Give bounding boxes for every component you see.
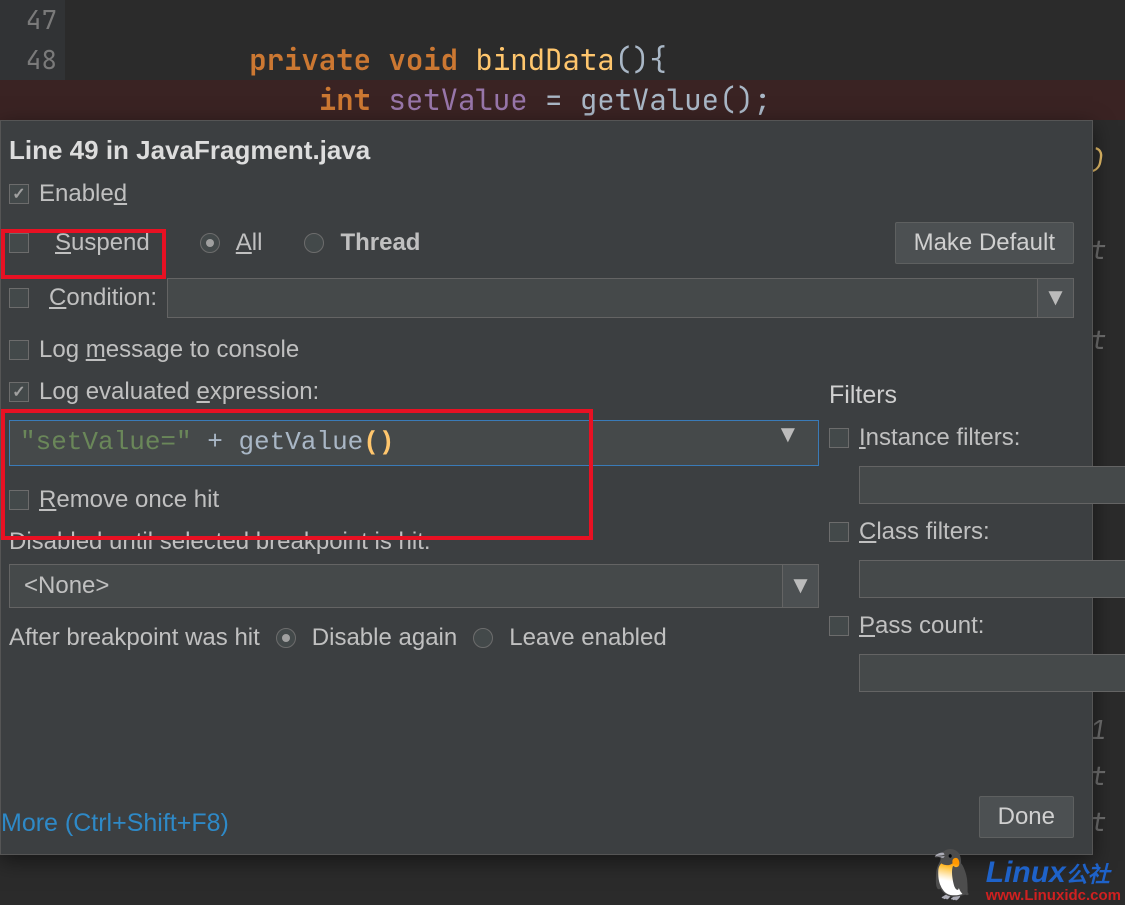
chevron-down-icon[interactable]: ▼: [782, 565, 818, 607]
code-line[interactable]: private void bindData(){: [110, 40, 1125, 80]
more-link[interactable]: More (Ctrl+Shift+F8): [1, 809, 229, 838]
log-message-checkbox[interactable]: [9, 340, 29, 360]
code-line[interactable]: int setValue = getValue();: [0, 80, 1125, 120]
pass-count-input[interactable]: [859, 654, 1125, 692]
code-line[interactable]: [110, 0, 1125, 40]
log-expression-checkbox[interactable]: [9, 382, 29, 402]
after-hit-label: After breakpoint was hit: [9, 624, 260, 652]
log-expression-combo[interactable]: "setValue=" + getValue() ▼: [9, 420, 819, 466]
log-expression-input[interactable]: "setValue=" + getValue(): [10, 421, 776, 465]
disabled-until-label: Disabled until selected breakpoint is hi…: [9, 528, 431, 555]
disabled-until-combo[interactable]: <None> ▼: [9, 564, 819, 608]
disabled-until-value: <None>: [10, 572, 109, 600]
instance-filters-input[interactable]: [859, 466, 1125, 504]
dialog-title: Line 49 in JavaFragment.java: [9, 135, 1074, 166]
thread-radio-label[interactable]: Thread: [340, 229, 420, 257]
class-filters-input[interactable]: [859, 560, 1125, 598]
leave-enabled-radio[interactable]: [473, 628, 493, 648]
line-num: 47: [0, 0, 65, 40]
pass-count-label[interactable]: Pass count:: [859, 612, 984, 640]
leave-enabled-label[interactable]: Leave enabled: [509, 624, 666, 652]
line-num: 48: [0, 40, 65, 80]
pass-count-checkbox[interactable]: [829, 616, 849, 636]
filters-panel: Filters Instance filters: ... Class filt…: [829, 381, 1074, 706]
chevron-down-icon[interactable]: ▼: [776, 421, 818, 465]
class-filters-checkbox[interactable]: [829, 522, 849, 542]
remove-once-label[interactable]: Remove once hit: [39, 486, 219, 514]
log-message-label[interactable]: Log message to console: [39, 336, 299, 364]
enabled-label[interactable]: Enabled: [39, 180, 127, 208]
make-default-button[interactable]: Make Default: [895, 222, 1074, 264]
class-filters-label[interactable]: Class filters:: [859, 518, 990, 546]
condition-checkbox[interactable]: [9, 288, 29, 308]
enabled-checkbox[interactable]: [9, 184, 29, 204]
tux-icon: 🐧: [922, 846, 982, 903]
instance-filters-checkbox[interactable]: [829, 428, 849, 448]
condition-label[interactable]: Condition:: [49, 284, 157, 312]
all-radio[interactable]: [200, 233, 220, 253]
breakpoint-dialog: Line 49 in JavaFragment.java Enabled Sus…: [0, 120, 1093, 855]
log-expression-label[interactable]: Log evaluated expression:: [39, 378, 319, 406]
filters-title: Filters: [829, 381, 1074, 410]
remove-once-checkbox[interactable]: [9, 490, 29, 510]
thread-radio[interactable]: [304, 233, 324, 253]
chevron-down-icon[interactable]: ▼: [1037, 279, 1073, 317]
disable-again-label[interactable]: Disable again: [312, 624, 457, 652]
watermark: 🐧 Linux公社 www.Linuxidc.com: [922, 846, 1121, 903]
condition-combo[interactable]: ▼: [167, 278, 1074, 318]
all-radio-label[interactable]: All: [236, 229, 263, 257]
suspend-label[interactable]: Suspend: [55, 229, 150, 257]
instance-filters-label[interactable]: Instance filters:: [859, 424, 1020, 452]
disable-again-radio[interactable]: [276, 628, 296, 648]
done-button[interactable]: Done: [979, 796, 1074, 838]
condition-input[interactable]: [168, 285, 1037, 312]
suspend-checkbox[interactable]: [9, 233, 29, 253]
